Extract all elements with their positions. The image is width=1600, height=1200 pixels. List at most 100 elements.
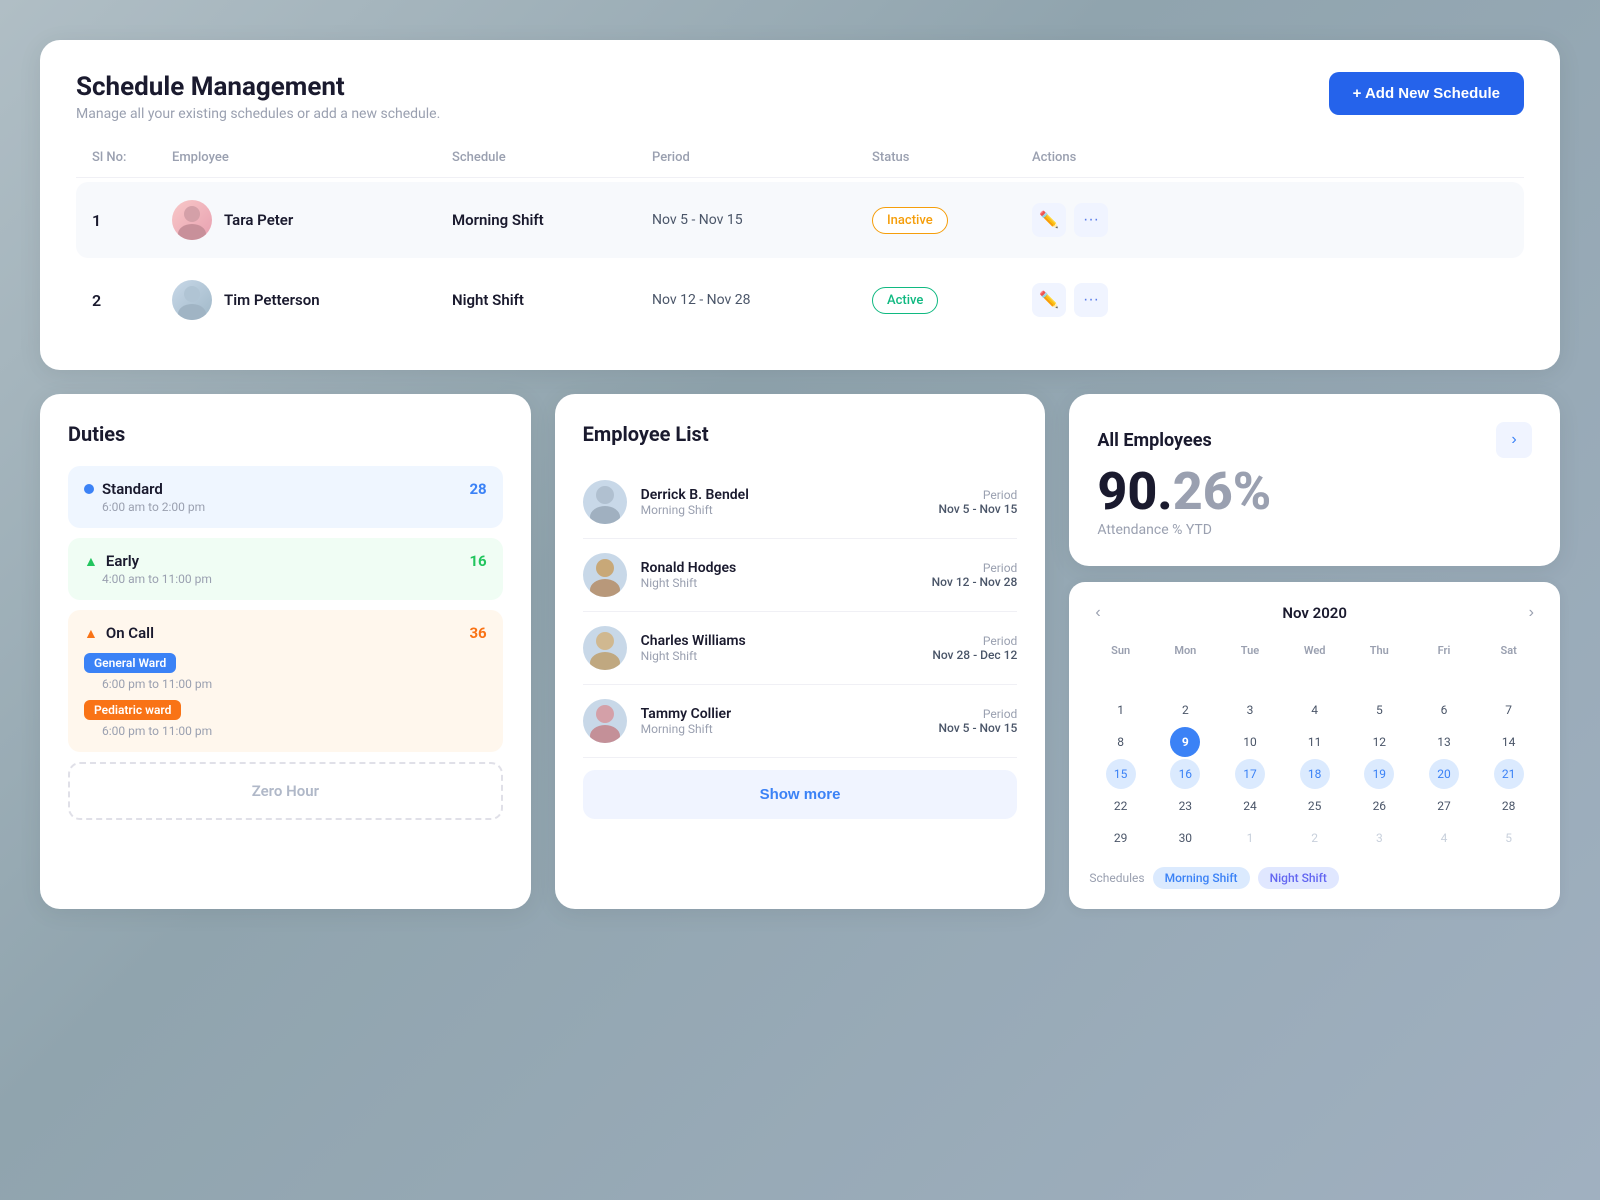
ward-pediatric-badge: Pediatric ward — [84, 700, 181, 720]
cal-next-button[interactable]: › — [1523, 602, 1540, 624]
emp-period-4: Period Nov 5 - Nov 15 — [938, 707, 1017, 735]
cal-day-15[interactable]: 15 — [1106, 759, 1136, 789]
cal-day-21[interactable]: 21 — [1494, 759, 1524, 789]
emp-avatar-1 — [583, 480, 627, 524]
cal-day-3[interactable]: 3 — [1235, 695, 1265, 725]
cal-empty-7 — [1494, 663, 1524, 693]
calendar-header: ‹ Nov 2020 › — [1089, 602, 1540, 624]
emp-period-label-4: Period — [938, 707, 1017, 721]
emp-period-value-1: Nov 5 - Nov 15 — [938, 502, 1017, 516]
cal-empty-1 — [1106, 663, 1136, 693]
emp-shift-1: Morning Shift — [641, 503, 925, 517]
cal-day-17[interactable]: 17 — [1235, 759, 1265, 789]
cal-night-shift-badge[interactable]: Night Shift — [1258, 867, 1339, 889]
cal-day-13[interactable]: 13 — [1429, 727, 1459, 757]
edit-button-1[interactable]: ✏️ — [1032, 203, 1066, 237]
duty-early-count: 16 — [469, 552, 486, 570]
cal-day-28[interactable]: 28 — [1494, 791, 1524, 821]
schedule-1: Morning Shift — [452, 211, 652, 229]
cal-day-7[interactable]: 7 — [1494, 695, 1524, 725]
status-active-badge: Active — [872, 287, 938, 314]
more-button-2[interactable]: ··· — [1074, 283, 1108, 317]
cal-day-26[interactable]: 26 — [1364, 791, 1394, 821]
table-row: 1 Tara Peter Morning Shift Nov 5 - Nov 1… — [76, 182, 1524, 258]
emp-period-value-4: Nov 5 - Nov 15 — [938, 721, 1017, 735]
duty-early-time: 4:00 am to 11:00 pm — [102, 572, 487, 586]
col-period: Period — [652, 150, 872, 165]
cal-day-9[interactable]: 9 — [1170, 727, 1200, 757]
actions-2: ✏️ ··· — [1032, 283, 1152, 317]
attendance-display: 90.26% Attendance % YTD — [1097, 466, 1532, 538]
cal-day-11[interactable]: 11 — [1300, 727, 1330, 757]
cal-day-16[interactable]: 16 — [1170, 759, 1200, 789]
col-status: Status — [872, 150, 1032, 165]
duties-card: Duties Standard 28 6:00 am to 2:00 pm ▲ … — [40, 394, 531, 909]
cal-day-29[interactable]: 29 — [1106, 823, 1136, 853]
duty-oncall-label: ▲ On Call — [84, 624, 154, 642]
all-employees-title: All Employees — [1097, 430, 1211, 451]
ward-general-badge: General Ward — [84, 653, 176, 673]
emp-shift-3: Night Shift — [641, 649, 919, 663]
cal-day-18[interactable]: 18 — [1300, 759, 1330, 789]
cal-day-om-2[interactable]: 2 — [1300, 823, 1330, 853]
cal-day-6[interactable]: 6 — [1429, 695, 1459, 725]
duty-dot-early: ▲ — [84, 553, 98, 570]
emp-period-label-2: Period — [932, 561, 1018, 575]
period-2: Nov 12 - Nov 28 — [652, 292, 872, 308]
status-badge-1: Inactive — [872, 207, 1032, 234]
cal-day-5[interactable]: 5 — [1364, 695, 1394, 725]
cal-day-8[interactable]: 8 — [1106, 727, 1136, 757]
emp-name-3: Charles Williams — [641, 633, 919, 649]
emp-item-3: Charles Williams Night Shift Period Nov … — [583, 612, 1018, 685]
cal-dayname-mon: Mon — [1154, 640, 1217, 661]
bottom-row: Duties Standard 28 6:00 am to 2:00 pm ▲ … — [40, 394, 1560, 909]
more-button-1[interactable]: ··· — [1074, 203, 1108, 237]
employee-name-1: Tara Peter — [224, 211, 293, 229]
cal-morning-shift-badge[interactable]: Morning Shift — [1153, 867, 1250, 889]
zero-hour: Zero Hour — [68, 762, 503, 820]
cal-day-om-5[interactable]: 5 — [1494, 823, 1524, 853]
duty-oncall-count: 36 — [469, 624, 486, 642]
duties-title: Duties — [68, 422, 503, 446]
cal-day-10[interactable]: 10 — [1235, 727, 1265, 757]
emp-info-2: Ronald Hodges Night Shift — [641, 560, 918, 590]
edit-button-2[interactable]: ✏️ — [1032, 283, 1066, 317]
add-schedule-button[interactable]: + Add New Schedule — [1329, 72, 1524, 115]
cal-day-19[interactable]: 19 — [1364, 759, 1394, 789]
cal-day-14[interactable]: 14 — [1494, 727, 1524, 757]
chevron-right-button[interactable]: › — [1496, 422, 1532, 458]
employee-name-2: Tim Petterson — [224, 291, 320, 309]
cal-day-30[interactable]: 30 — [1170, 823, 1200, 853]
calendar-grid: Sun Mon Tue Wed Thu Fri Sat 1 2 3 4 — [1089, 640, 1540, 853]
show-more-button[interactable]: Show more — [583, 770, 1018, 819]
cal-day-24[interactable]: 24 — [1235, 791, 1265, 821]
cal-day-22[interactable]: 22 — [1106, 791, 1136, 821]
cal-day-12[interactable]: 12 — [1364, 727, 1394, 757]
calendar-legend: Schedules Morning Shift Night Shift — [1089, 867, 1540, 889]
emp-shift-4: Morning Shift — [641, 722, 925, 736]
cal-day-2[interactable]: 2 — [1170, 695, 1200, 725]
cal-day-om-1[interactable]: 1 — [1235, 823, 1265, 853]
emp-period-value-3: Nov 28 - Dec 12 — [932, 648, 1017, 662]
cal-day-om-3[interactable]: 3 — [1364, 823, 1394, 853]
cal-day-25[interactable]: 25 — [1300, 791, 1330, 821]
cal-prev-button[interactable]: ‹ — [1089, 602, 1106, 624]
avatar-2 — [172, 280, 212, 320]
cal-empty-5 — [1364, 663, 1394, 693]
cal-day-om-4[interactable]: 4 — [1429, 823, 1459, 853]
cal-day-20[interactable]: 20 — [1429, 759, 1459, 789]
cal-day-27[interactable]: 27 — [1429, 791, 1459, 821]
emp-info-4: Tammy Collier Morning Shift — [641, 706, 925, 736]
duty-standard-count: 28 — [469, 480, 486, 498]
attendance-label: Attendance % YTD — [1097, 522, 1532, 538]
emp-avatar-2 — [583, 553, 627, 597]
table-row: 2 Tim Petterson Night Shift Nov 12 - Nov… — [76, 262, 1524, 338]
emp-name-2: Ronald Hodges — [641, 560, 918, 576]
duty-early: ▲ Early 16 4:00 am to 11:00 pm — [68, 538, 503, 600]
col-actions: Actions — [1032, 150, 1152, 165]
duty-dot-standard — [84, 484, 94, 494]
cal-dayname-tue: Tue — [1219, 640, 1282, 661]
cal-day-1[interactable]: 1 — [1106, 695, 1136, 725]
cal-day-4[interactable]: 4 — [1300, 695, 1330, 725]
cal-day-23[interactable]: 23 — [1170, 791, 1200, 821]
